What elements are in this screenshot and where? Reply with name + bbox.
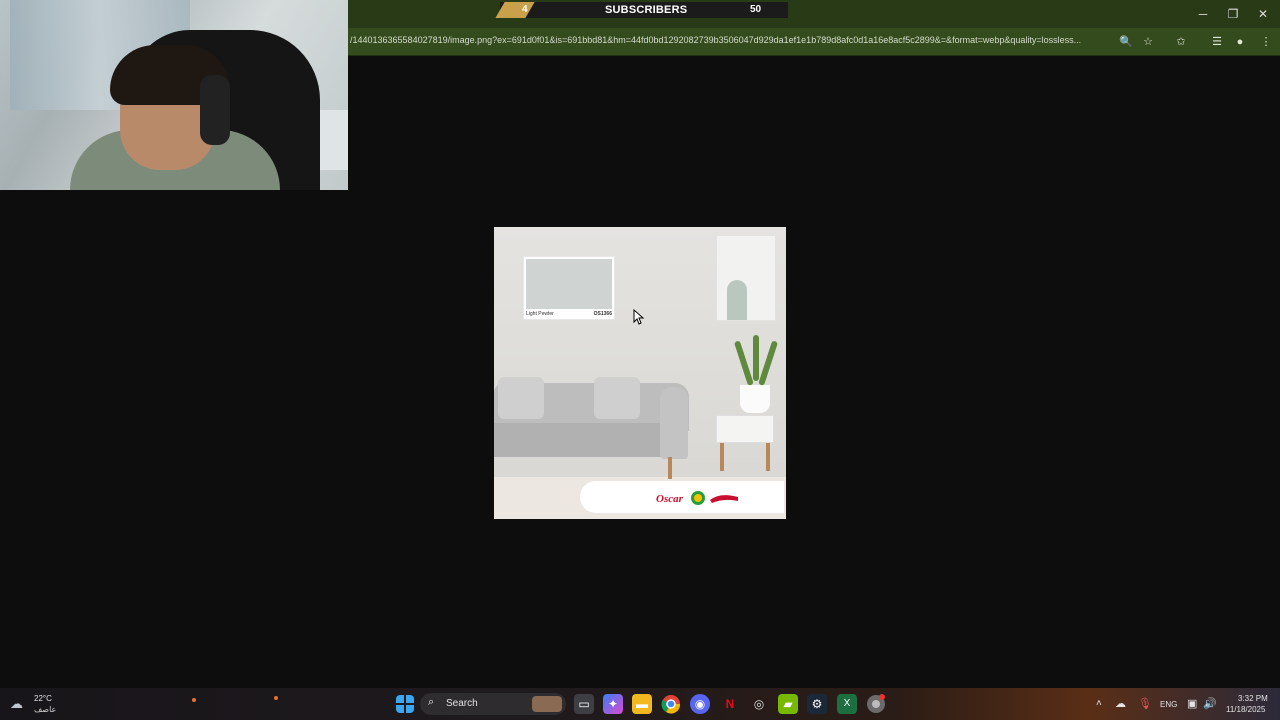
microphone-icon[interactable]: 🎙 xyxy=(1138,697,1152,710)
mouse-cursor-icon xyxy=(633,309,645,325)
plant-leaf xyxy=(753,335,759,381)
url-field[interactable]: /1440136365584027819/image.png?ex=691d0f… xyxy=(350,35,1114,49)
weather-widget[interactable]: ☁ 22°C عاصف xyxy=(10,693,70,715)
chrome-alt-icon[interactable] xyxy=(866,694,886,714)
menu-icon[interactable]: ⋮ xyxy=(1258,34,1274,50)
discord-icon[interactable]: ◉ xyxy=(690,694,710,714)
weather-condition: عاصف xyxy=(34,705,57,714)
paint-swatch-name: Light Pewter xyxy=(526,311,554,317)
tab-search-icon[interactable]: ☰ xyxy=(1209,34,1225,50)
banner-progress-stripe xyxy=(495,2,535,18)
table-leg xyxy=(720,443,724,471)
onedrive-icon[interactable]: ☁ xyxy=(1115,697,1126,710)
wall-art-arch xyxy=(727,280,747,320)
paint-swatch-card: Light Pewter OS1366 xyxy=(523,256,615,320)
taskbar-search-box[interactable]: ⌕ Search xyxy=(420,693,566,715)
obs-icon[interactable]: ◎ xyxy=(749,694,769,714)
displayed-image[interactable]: Light Pewter OS1366 Oscar xyxy=(494,227,786,519)
sofa-leg xyxy=(668,457,672,479)
nvidia-icon[interactable]: ▰ xyxy=(778,694,798,714)
language-indicator[interactable]: ENG xyxy=(1160,700,1177,709)
chrome-icon[interactable] xyxy=(661,694,681,714)
sofa-seat xyxy=(494,423,672,457)
subscriber-label: SUBSCRIBERS xyxy=(605,4,688,16)
close-button[interactable]: ✕ xyxy=(1248,4,1278,24)
clock-date[interactable]: 11/18/2025 xyxy=(1226,705,1265,714)
taskbar-ember-dot xyxy=(274,696,278,700)
network-icon[interactable]: ▣ xyxy=(1187,697,1197,710)
subscriber-goal: 50 xyxy=(750,4,762,15)
netflix-icon[interactable]: N xyxy=(720,694,740,714)
zoom-icon[interactable]: 🔍 xyxy=(1118,34,1134,50)
search-icon: ⌕ xyxy=(428,696,435,708)
webcam-headset xyxy=(200,75,230,145)
browser-titlebar: ─ ❐ ✕ xyxy=(348,0,1280,28)
steam-icon[interactable]: ⚙ xyxy=(807,694,827,714)
excel-icon[interactable]: X xyxy=(837,694,857,714)
webcam-overlay xyxy=(0,0,348,190)
desktop-screen: ─ ❐ ✕ 4 SUBSCRIBERS 50 /1440136365584027… xyxy=(0,0,1280,720)
minimize-button[interactable]: ─ xyxy=(1188,4,1218,24)
side-table xyxy=(716,415,774,443)
search-label: Search xyxy=(446,698,478,709)
task-view-icon[interactable]: ▭ xyxy=(574,694,594,714)
weather-temp: 22°C xyxy=(34,694,52,703)
svg-text:Oscar: Oscar xyxy=(656,493,684,505)
sofa-pillow xyxy=(594,377,640,419)
plant-pot xyxy=(740,385,770,413)
search-highlight-image xyxy=(532,696,562,712)
browser-address-bar: /1440136365584027819/image.png?ex=691d0f… xyxy=(348,28,1280,56)
sofa-arm xyxy=(660,387,688,459)
windows-taskbar: ☁ 22°C عاصف ⌕ Search ▭ ✦ ▬ ◉ N ◎ ▰ ⚙ X ˄… xyxy=(0,688,1280,720)
paint-swatch-code: OS1366 xyxy=(593,311,612,317)
sofa-pillow xyxy=(498,377,544,419)
taskbar-ember-dot xyxy=(192,698,196,702)
subscriber-goal-banner: 4 SUBSCRIBERS 50 xyxy=(495,2,788,18)
brand-logo: Oscar xyxy=(656,491,738,505)
file-explorer-icon[interactable]: ▬ xyxy=(632,694,652,714)
windows-start-icon[interactable] xyxy=(396,695,414,713)
tray-overflow-icon[interactable]: ˄ xyxy=(1096,698,1102,709)
favorites-icon[interactable]: ✩ xyxy=(1173,34,1189,50)
maximize-button[interactable]: ❐ xyxy=(1218,4,1248,24)
clock-time[interactable]: 3:32 PM xyxy=(1238,694,1268,703)
weather-icon: ☁ xyxy=(10,696,23,711)
wall-art-frame xyxy=(716,235,776,321)
volume-icon[interactable]: 🔊 xyxy=(1203,697,1217,710)
copilot-icon[interactable]: ✦ xyxy=(603,694,623,714)
table-leg xyxy=(766,443,770,471)
subscriber-count: 4 xyxy=(522,4,528,15)
bookmark-star-icon[interactable]: ☆ xyxy=(1140,34,1156,50)
paint-swatch-chip xyxy=(526,259,612,309)
profile-icon[interactable]: ● xyxy=(1232,34,1248,50)
